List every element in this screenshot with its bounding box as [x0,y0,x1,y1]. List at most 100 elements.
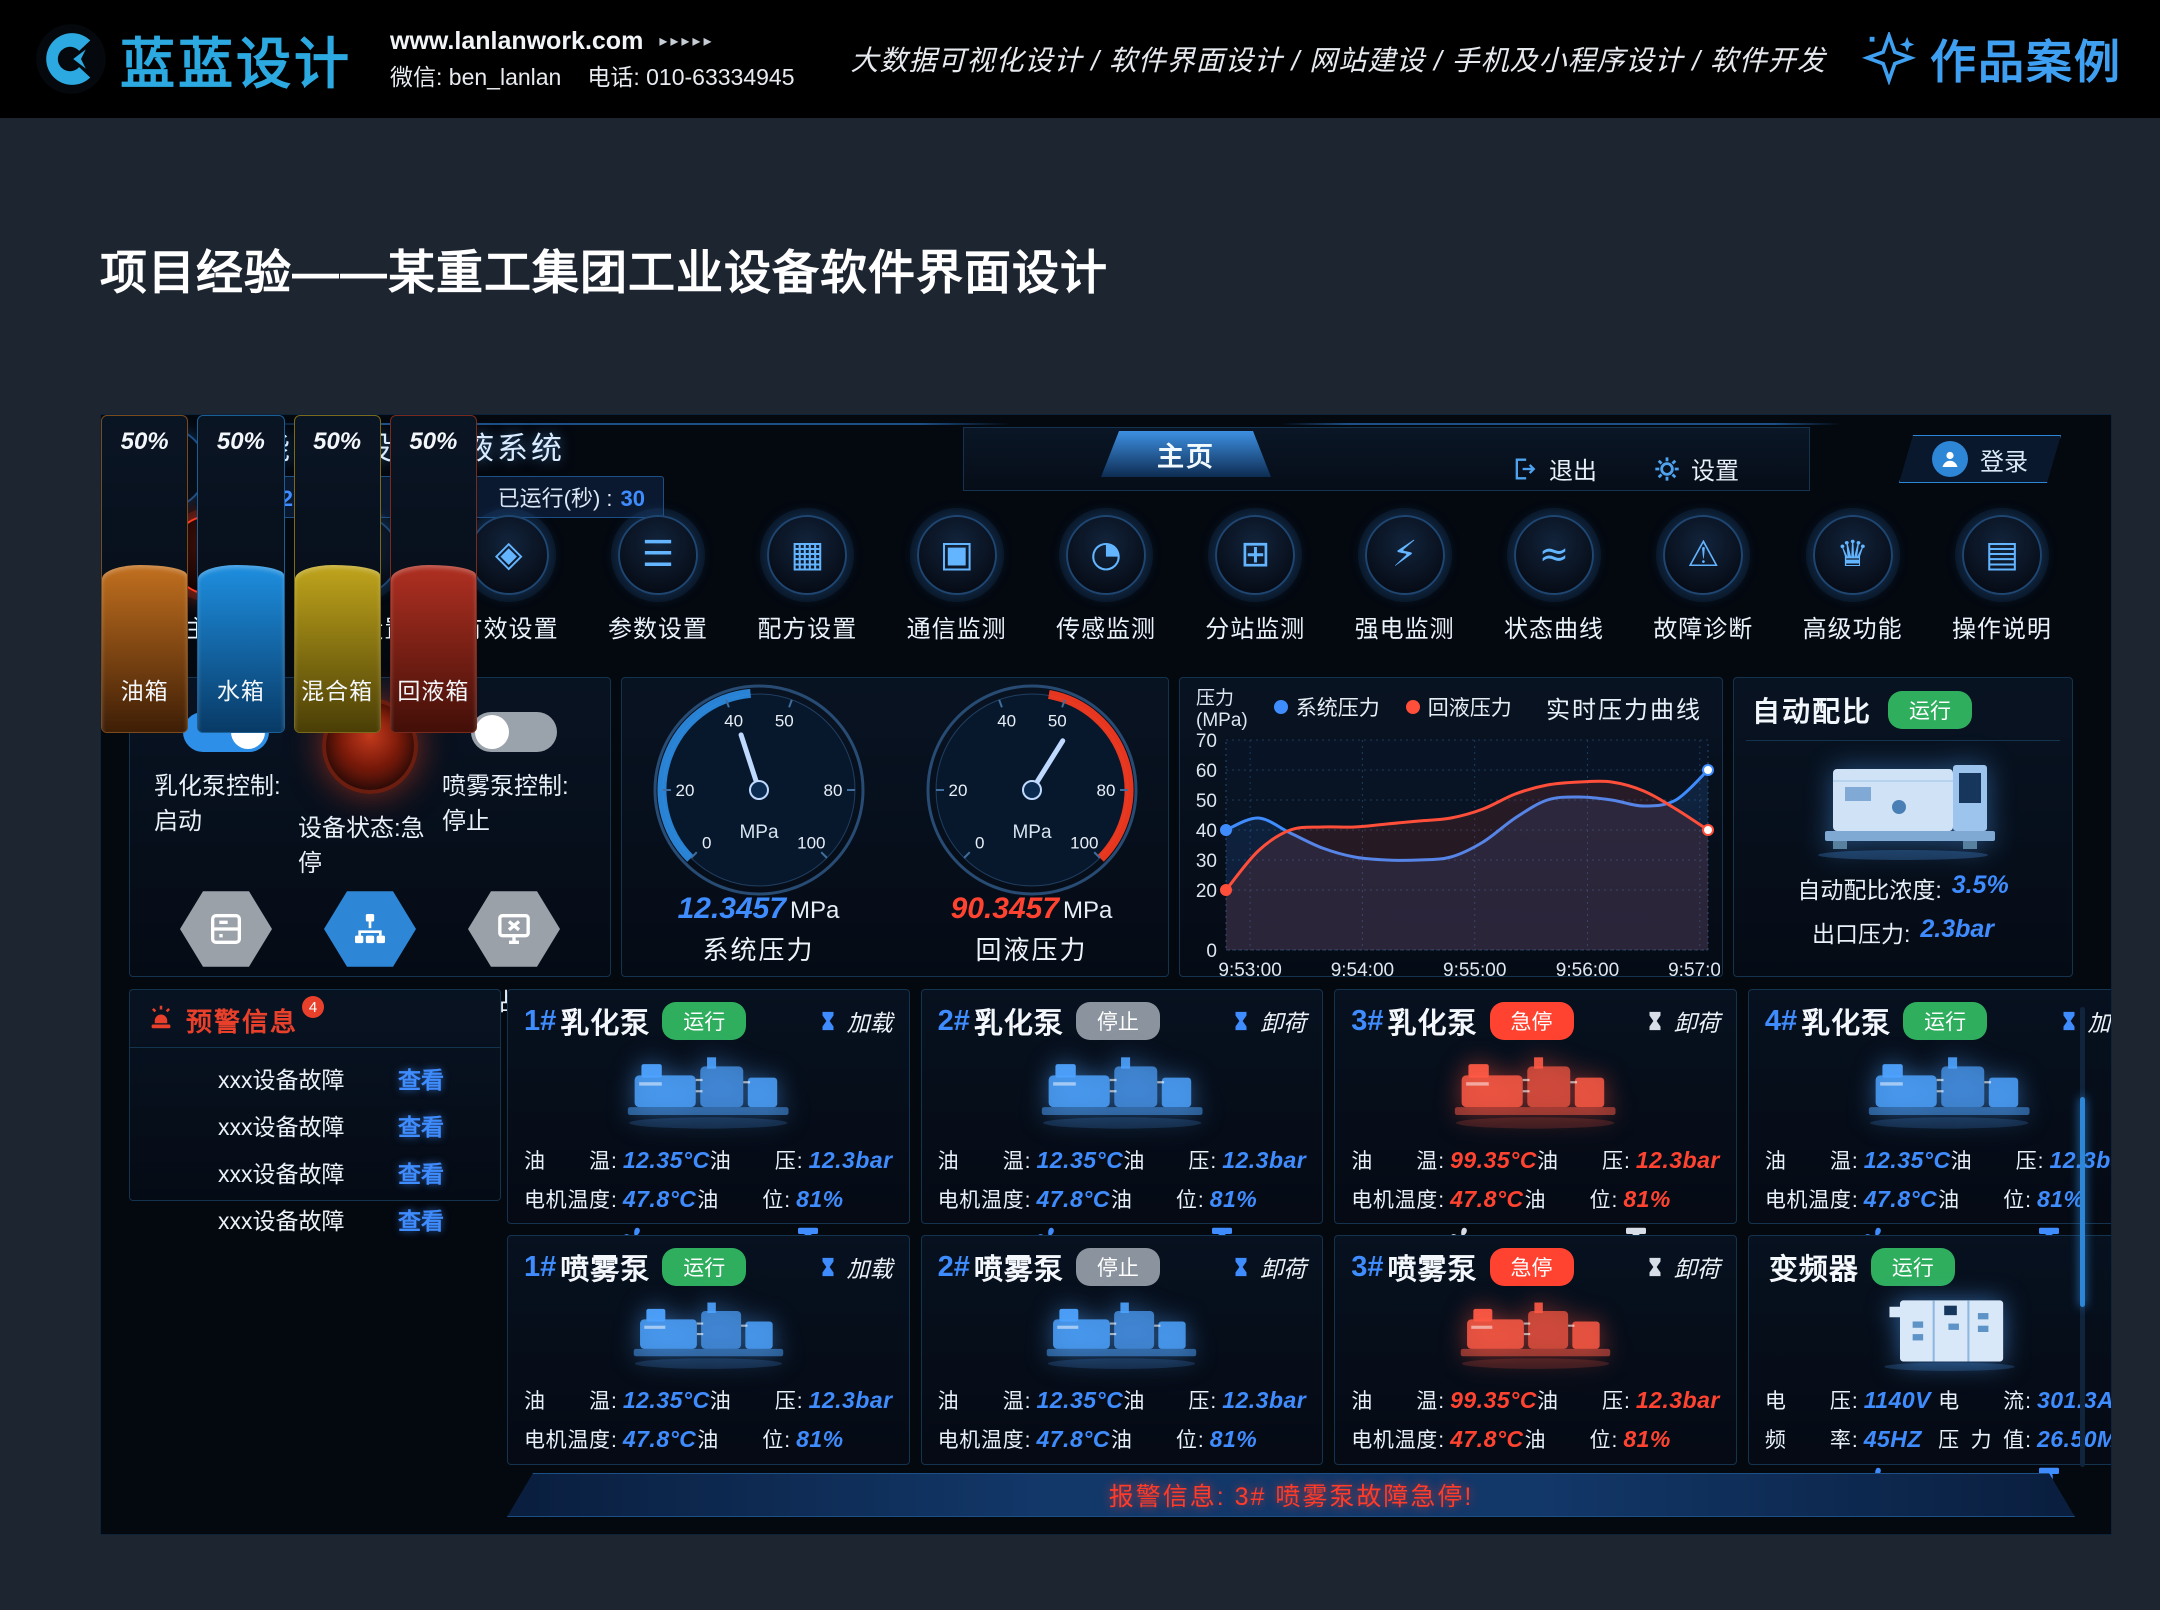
emulsion-pump-toggle-label: 乳化泵控制:启动 [154,766,298,836]
site-url[interactable]: www.lanlanwork.com [390,29,643,54]
nav-item-recipe-settings[interactable]: ▦ 配方设置 [738,515,876,667]
machine-image [1765,1292,2112,1372]
svg-text:100: 100 [797,833,825,852]
status-badge: 停止 [1076,1002,1160,1040]
unload-button[interactable]: 卸荷 [1644,1004,1720,1038]
card-name: 喷雾泵 [974,1246,1064,1288]
stat-油压: 油压:12.3bar [1123,1145,1306,1175]
unload-button[interactable]: 卸荷 [1644,1250,1720,1284]
card-name: 喷雾泵 [1388,1246,1478,1288]
card-number: 2# [938,1005,970,1038]
spray-pump-3-card: 3# 喷雾泵 急停 卸荷 油温:99.35°C油压:12.3bar 电机温度:4… [1334,1235,1737,1465]
load-button[interactable]: 加载 [817,1250,893,1284]
login-button[interactable]: 登录 [1899,435,2061,483]
svg-text:9:54:00: 9:54:00 [1331,960,1394,981]
nav-item-power-monitor[interactable]: ⚡ 强电监测 [1336,515,1474,667]
svg-text:0: 0 [1206,941,1217,962]
status-badge: 停止 [1076,1248,1160,1286]
stat-油温: 油温:12.35°C [524,1385,710,1415]
alarm-message: 报警信息: 3# 喷雾泵故障急停! [1109,1477,1474,1513]
exit-button[interactable]: 退出 [1511,451,1597,486]
card-number: 2# [938,1251,970,1284]
tab-home[interactable]: 主页 [1101,431,1271,477]
view-link[interactable]: 查看 [398,1061,444,1095]
tank-回液箱: 50% 回液箱 [390,415,477,733]
hourglass-icon [817,1256,839,1278]
machine-image [1765,1046,2112,1132]
view-link[interactable]: 查看 [398,1155,444,1189]
system-pressure-gauge: 020405080100 MPa 12.3457MPa 系统压力 [622,678,895,976]
runtime-display: 已运行(秒) :30 [498,481,645,513]
fault-text: xxx设备故障 [218,1155,345,1189]
card-number: 3# [1351,1005,1383,1038]
stat-压力值: 压力值:26.50Mpa [1938,1424,2112,1454]
stat-电机温度: 电机温度:47.8°C [938,1424,1111,1454]
site-header: 蓝蓝设计 www.lanlanwork.com ▸▸▸▸▸ 微信: ben_la… [0,0,2160,118]
svg-text:60: 60 [1196,761,1217,782]
stat-电压: 电压:1140V [1765,1385,1938,1415]
emulsion-pump-3-card: 3# 乳化泵 急停 卸荷 油温:99.35°C油压:12.3bar 电机温度:4… [1334,989,1737,1224]
status-badge: 运行 [1903,1002,1987,1040]
stat-油温: 油温:12.35°C [938,1145,1124,1175]
stat-电机温度: 电机温度:47.8°C [938,1184,1111,1214]
card-name: 乳化泵 [1388,1000,1478,1042]
svg-text:30: 30 [1196,851,1217,872]
nav-item-fault-diagnosis[interactable]: ⚠ 故障诊断 [1634,515,1772,667]
stat-油压: 油压:12.3bar [710,1385,893,1415]
stat-油温: 油温:99.35°C [1351,1385,1537,1415]
nav-label: 通信监测 [907,609,1007,644]
advanced-functions-icon: ♛ [1836,537,1868,573]
nav-item-sensor-monitor[interactable]: ◔ 传感监测 [1037,515,1175,667]
nav-item-substation-monitor[interactable]: ⊞ 分站监测 [1186,515,1324,667]
stat-电机温度: 电机温度:47.8°C [1351,1424,1524,1454]
load-button[interactable]: 加载 [817,1004,893,1038]
tank-水箱: 50% 水箱 [197,415,284,733]
machine-image [938,1292,1307,1372]
view-link[interactable]: 查看 [398,1202,444,1236]
warning-panel: 预警信息 4 xxx设备故障 查看 xxx设备故障 查看 xxx设备故障 查看 … [129,989,501,1201]
dashboard-scrollbar[interactable] [2080,1007,2085,1467]
tank-percent: 50% [391,428,476,456]
nav-item-param-settings[interactable]: ☰ 参数设置 [589,515,727,667]
settings-button[interactable]: 设置 [1653,451,1739,486]
return-pressure-gauge: 020405080100 MPa 90.3457MPa 回液压力 [895,678,1168,976]
nav-item-comm-monitor[interactable]: ▣ 通信监测 [888,515,1026,667]
spray-pump-toggle[interactable] [471,712,557,752]
valid-settings-icon: ◈ [495,537,523,573]
tank-label: 油箱 [102,672,187,706]
svg-text:0: 0 [974,833,983,852]
view-link[interactable]: 查看 [398,1108,444,1142]
stat-油压: 油压:12.3bar [1123,1385,1306,1415]
hourglass-icon [817,1010,839,1032]
hourglass-icon [1644,1010,1666,1032]
svg-text:20: 20 [675,781,694,800]
y-axis-label: 压力(MPa) [1196,688,1248,732]
stat-电机温度: 电机温度:47.8°C [524,1424,697,1454]
warning-row: xxx设备故障 查看 [130,1061,500,1095]
stat-电机温度: 电机温度:47.8°C [524,1184,697,1214]
gauge-value: 90.3457MPa [951,892,1113,926]
nav-item-operation-manual[interactable]: ▤ 操作说明 [1933,515,2071,667]
nav-label: 强电监测 [1355,609,1455,644]
nav-item-status-curve[interactable]: ≈ 状态曲线 [1485,515,1623,667]
hourglass-icon [1230,1010,1252,1032]
nav-item-advanced-functions[interactable]: ♛ 高级功能 [1784,515,1922,667]
emulsion-pump-1-card: 1# 乳化泵 运行 加载 油温:12.35°C油压:12.3bar 电机温度:4… [507,989,910,1224]
nav-label: 参数设置 [608,609,708,644]
stat-油位: 油位:81% [1938,1184,2112,1214]
pressure-line-chart: 70605040302009:53:009:54:009:55:009:56:0… [1184,732,1720,984]
network-icon [350,909,390,949]
portfolio-link[interactable]: 作品案例 [1860,26,2122,92]
substation-monitor-icon: ⊞ [1240,537,1270,573]
tank-percent: 50% [198,428,283,456]
site-logo-text: 蓝蓝设计 [120,19,352,99]
unload-button[interactable]: 卸荷 [1230,1004,1306,1038]
services-list: 大数据可视化设计 / 软件界面设计 / 网站建设 / 手机及小程序设计 / 软件… [851,39,1826,79]
power-monitor-icon: ⚡ [1392,537,1417,573]
unload-button[interactable]: 卸荷 [1230,1250,1306,1284]
arrows-decoration: ▸▸▸▸▸ [659,34,714,50]
gauge-label: 系统压力 [702,930,814,967]
hourglass-icon [2058,1010,2080,1032]
status-badge: 运行 [1888,691,1972,729]
site-logo[interactable]: 蓝蓝设计 [34,19,352,99]
